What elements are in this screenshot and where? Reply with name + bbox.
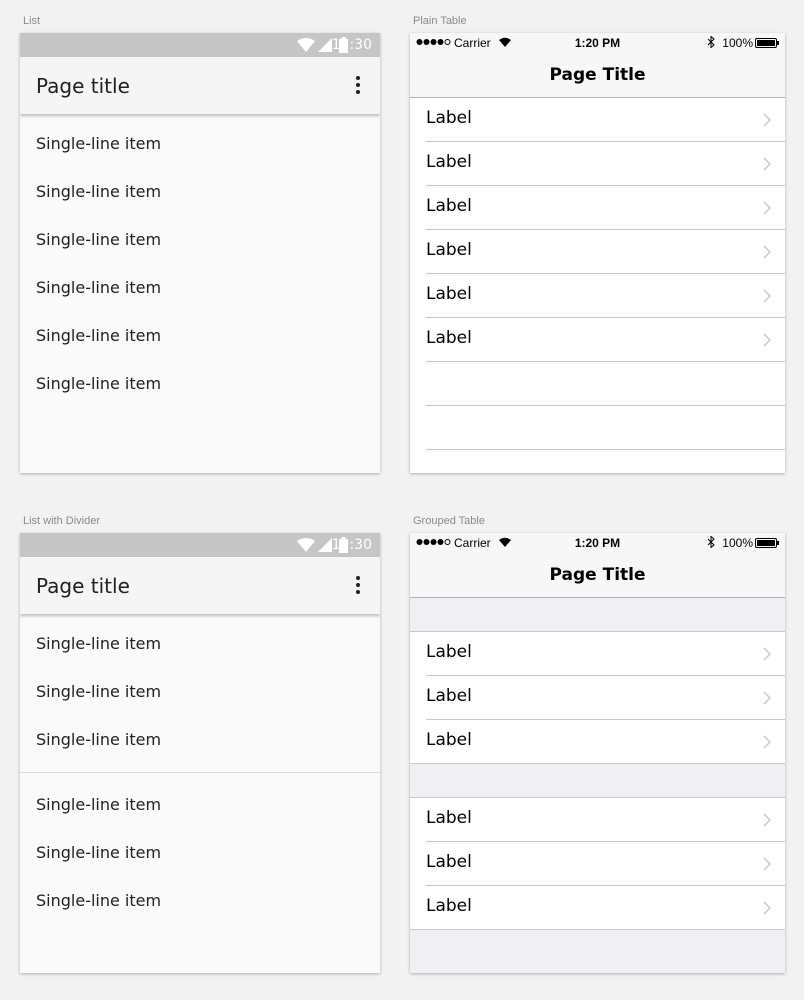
wifi-icon [297, 38, 315, 52]
list-item[interactable]: Single-line item [20, 264, 380, 312]
row-label: Label [426, 642, 472, 662]
row-label: Label [426, 730, 472, 750]
status-time: 12:30 [331, 537, 372, 553]
table-row[interactable]: Label [410, 318, 785, 362]
table-row[interactable]: Label [410, 142, 785, 186]
list-divider [20, 772, 380, 773]
list-item[interactable]: Single-line item [20, 829, 380, 877]
more-vert-icon[interactable] [346, 73, 370, 97]
table-row[interactable]: Label [410, 676, 785, 720]
caption-plain-table: Plain Table [413, 15, 467, 27]
android-list-divider-screen: 12:30 Page title Single-line item Single… [20, 533, 380, 973]
chevron-right-icon [763, 245, 771, 259]
status-time: 12:30 [331, 37, 372, 53]
table-row[interactable]: Label [410, 230, 785, 274]
list-item[interactable]: Single-line item [20, 168, 380, 216]
empty-row [410, 406, 785, 450]
nav-bar: Page Title [410, 553, 785, 598]
app-bar: Page title [20, 57, 380, 114]
page-title: Page Title [549, 565, 646, 585]
list-item[interactable]: Single-line item [20, 216, 380, 264]
wifi-icon [297, 538, 315, 552]
nav-bar: Page Title [410, 53, 785, 98]
ios-status-bar: Carrier 1:20 PM 100% [410, 533, 785, 553]
row-label: Label [426, 808, 472, 828]
chevron-right-icon [763, 289, 771, 303]
table-row[interactable]: Label [410, 632, 785, 676]
battery-percent: 100% [722, 36, 753, 50]
section-header [410, 764, 785, 798]
empty-row [410, 362, 785, 406]
list-item[interactable]: Single-line item [20, 668, 380, 716]
chevron-right-icon [763, 813, 771, 827]
section-header [410, 598, 785, 632]
chevron-right-icon [763, 333, 771, 347]
row-label: Label [426, 686, 472, 706]
row-label: Label [426, 852, 472, 872]
list-item[interactable]: Single-line item [20, 120, 380, 168]
page-title: Page Title [549, 65, 646, 85]
caption-grouped-table: Grouped Table [413, 515, 485, 527]
battery-icon [755, 538, 779, 548]
row-label: Label [426, 196, 472, 216]
row-label: Label [426, 328, 472, 348]
page-title: Page title [36, 574, 130, 598]
row-label: Label [426, 240, 472, 260]
table-row[interactable]: Label [410, 798, 785, 842]
more-vert-icon[interactable] [346, 573, 370, 597]
table-row[interactable]: Label [410, 720, 785, 764]
bluetooth-icon [707, 536, 715, 548]
signal-icon [318, 38, 332, 52]
chevron-right-icon [763, 857, 771, 871]
table-row[interactable]: Label [410, 886, 785, 930]
ios-status-bar: Carrier 1:20 PM 100% [410, 33, 785, 53]
table-section: Label Label Label [410, 632, 785, 764]
table-row[interactable]: Label [410, 274, 785, 318]
list-item[interactable]: Single-line item [20, 312, 380, 360]
caption-list-with-divider: List with Divider [23, 515, 101, 527]
battery-icon [755, 38, 779, 48]
chevron-right-icon [763, 113, 771, 127]
page-title: Page title [36, 74, 130, 98]
chevron-right-icon [763, 691, 771, 705]
caption-list: List [23, 15, 41, 27]
android-status-bar: 12:30 [20, 533, 380, 557]
row-label: Label [426, 152, 472, 172]
chevron-right-icon [763, 901, 771, 915]
list-item[interactable]: Single-line item [20, 716, 380, 764]
android-status-bar: 12:30 [20, 33, 380, 57]
ios-plain-table-screen: Carrier 1:20 PM 100% Page Title Label La… [410, 33, 785, 473]
row-label: Label [426, 284, 472, 304]
list: Single-line item Single-line item Single… [20, 114, 380, 408]
list-item[interactable]: Single-line item [20, 360, 380, 408]
list-item[interactable]: Single-line item [20, 620, 380, 668]
ios-grouped-table-screen: Carrier 1:20 PM 100% Page Title Label La… [410, 533, 785, 973]
list-item[interactable]: Single-line item [20, 877, 380, 925]
app-bar: Page title [20, 557, 380, 614]
chevron-right-icon [763, 735, 771, 749]
row-label: Label [426, 108, 472, 128]
table-section: Label Label Label [410, 798, 785, 930]
battery-percent: 100% [722, 536, 753, 550]
chevron-right-icon [763, 157, 771, 171]
signal-icon [318, 538, 332, 552]
table-row[interactable]: Label [410, 842, 785, 886]
row-label: Label [426, 896, 472, 916]
bluetooth-icon [707, 36, 715, 48]
table: Label Label Label Label Label Label [410, 98, 785, 450]
list: Single-line item Single-line item Single… [20, 614, 380, 925]
android-list-screen: 12:30 Page title Single-line item Single… [20, 33, 380, 473]
chevron-right-icon [763, 647, 771, 661]
chevron-right-icon [763, 201, 771, 215]
table-row[interactable]: Label [410, 98, 785, 142]
list-item[interactable]: Single-line item [20, 781, 380, 829]
table-row[interactable]: Label [410, 186, 785, 230]
